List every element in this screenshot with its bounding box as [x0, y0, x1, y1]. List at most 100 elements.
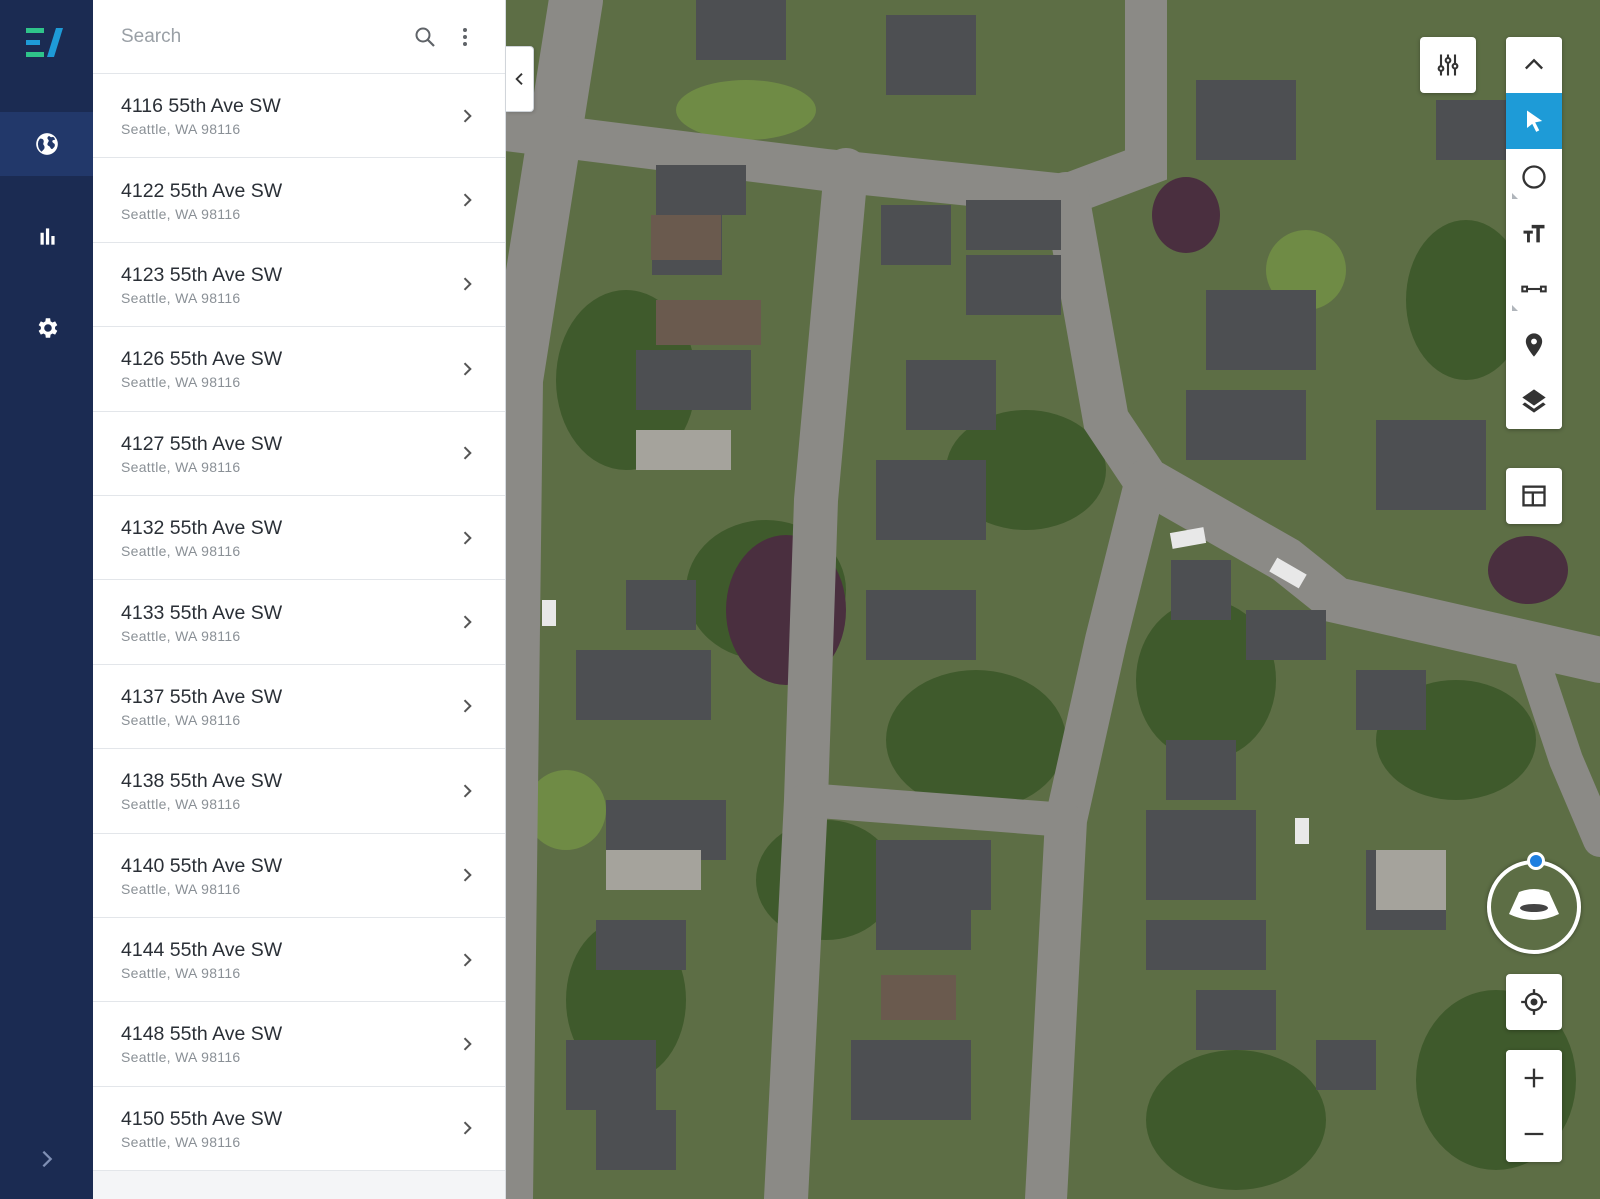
search-input[interactable] [121, 25, 405, 48]
oblique-view-icon [1509, 889, 1559, 920]
aerial-imagery [506, 0, 1600, 1199]
address-list-item[interactable]: 4123 55th Ave SW Seattle, WA 98116 [93, 242, 505, 328]
plus-icon [1524, 1068, 1544, 1088]
circle-icon [1522, 165, 1546, 189]
address-list-item[interactable]: 4150 55th Ave SW Seattle, WA 98116 [93, 1086, 505, 1172]
split-layout-icon [1522, 485, 1546, 507]
sliders-icon [1437, 54, 1459, 76]
expand-rail-button[interactable] [0, 1137, 93, 1181]
street-address: 4150 55th Ave SW [121, 1107, 283, 1130]
street-address: 4116 55th Ave SW [121, 95, 281, 118]
chevron-right-icon [463, 193, 472, 207]
text-tool-button[interactable] [1506, 205, 1562, 261]
measure-line-icon [1521, 285, 1547, 293]
address-text: 4133 55th Ave SW Seattle, WA 98116 [121, 601, 457, 644]
bar-chart-icon [40, 228, 55, 245]
search-bar [93, 0, 505, 74]
submenu-indicator [1512, 193, 1518, 199]
circle-tool-button[interactable] [1506, 149, 1562, 205]
nav-rail [0, 0, 93, 1199]
measure-tool-button[interactable] [1506, 261, 1562, 317]
address-text: 4150 55th Ave SW Seattle, WA 98116 [121, 1107, 457, 1150]
globe-icon [35, 133, 58, 155]
marker-tool-button[interactable] [1506, 317, 1562, 373]
address-list-item[interactable]: 4140 55th Ave SW Seattle, WA 98116 [93, 833, 505, 918]
address-text: 4116 55th Ave SW Seattle, WA 98116 [121, 94, 457, 137]
zoom-out-button[interactable] [1506, 1106, 1562, 1162]
split-view-button[interactable] [1506, 468, 1562, 524]
city-state-zip: Seattle, WA 98116 [121, 1133, 241, 1150]
street-address: 4133 55th Ave SW [121, 601, 283, 624]
street-address: 4127 55th Ave SW [121, 432, 283, 455]
north-indicator[interactable] [1527, 852, 1545, 870]
zoom-controls [1506, 1050, 1562, 1162]
address-text: 4122 55th Ave SW Seattle, WA 98116 [121, 179, 457, 222]
city-state-zip: Seattle, WA 98116 [121, 205, 241, 222]
city-state-zip: Seattle, WA 98116 [121, 1049, 241, 1066]
chevron-right-icon [463, 362, 472, 376]
city-state-zip: Seattle, WA 98116 [121, 965, 241, 982]
address-list-item[interactable]: 4144 55th Ave SW Seattle, WA 98116 [93, 917, 505, 1003]
address-text: 4127 55th Ave SW Seattle, WA 98116 [121, 432, 457, 475]
chevron-right-icon [463, 277, 472, 292]
map-pin-icon [1525, 333, 1543, 357]
address-list-item[interactable]: 4116 55th Ave SW Seattle, WA 98116 [93, 74, 505, 159]
city-state-zip: Seattle, WA 98116 [121, 121, 241, 138]
app-logo [26, 28, 63, 57]
street-address: 4123 55th Ave SW [121, 263, 283, 286]
city-state-zip: Seattle, WA 98116 [121, 711, 241, 728]
address-list-item[interactable]: 4138 55th Ave SW Seattle, WA 98116 [93, 749, 505, 834]
address-text: 4132 55th Ave SW Seattle, WA 98116 [121, 516, 457, 559]
submenu-indicator [1512, 305, 1518, 311]
chevron-right-icon [463, 699, 472, 713]
address-list-item[interactable]: 4148 55th Ave SW Seattle, WA 98116 [93, 1002, 505, 1087]
street-address: 4148 55th Ave SW [121, 1023, 283, 1046]
street-address: 4122 55th Ave SW [121, 179, 283, 202]
address-text: 4137 55th Ave SW Seattle, WA 98116 [121, 685, 457, 728]
address-list-item[interactable]: 4127 55th Ave SW Seattle, WA 98116 [93, 411, 505, 496]
city-state-zip: Seattle, WA 98116 [121, 458, 241, 475]
layers-button[interactable] [1506, 373, 1562, 429]
chevron-right-icon [463, 784, 472, 798]
zoom-in-button[interactable] [1506, 1050, 1562, 1106]
tool-palette [1506, 37, 1562, 429]
city-state-zip: Seattle, WA 98116 [121, 543, 241, 560]
tilt-control[interactable] [1487, 852, 1581, 954]
city-state-zip: Seattle, WA 98116 [121, 796, 241, 813]
more-vertical-icon [463, 27, 467, 46]
address-list-item[interactable]: 4137 55th Ave SW Seattle, WA 98116 [93, 664, 505, 750]
nav-analytics[interactable] [0, 204, 93, 268]
city-state-zip: Seattle, WA 98116 [121, 880, 241, 897]
gear-icon [38, 318, 57, 338]
chevron-right-icon [463, 109, 472, 123]
address-list-item[interactable]: 4122 55th Ave SW Seattle, WA 98116 [93, 158, 505, 243]
chevron-right-icon [463, 1121, 472, 1135]
aerial-map[interactable] [506, 0, 1600, 1199]
address-list-item[interactable]: 4132 55th Ave SW Seattle, WA 98116 [93, 495, 505, 581]
address-text: 4144 55th Ave SW Seattle, WA 98116 [121, 938, 457, 981]
address-text: 4126 55th Ave SW Seattle, WA 98116 [121, 347, 457, 390]
more-options-button[interactable] [445, 17, 485, 57]
nav-settings[interactable] [0, 296, 93, 360]
search-icon [415, 27, 435, 47]
collapse-tools-button[interactable] [1506, 37, 1562, 93]
city-state-zip: Seattle, WA 98116 [121, 627, 241, 644]
chevron-right-icon [463, 868, 472, 882]
city-state-zip: Seattle, WA 98116 [121, 289, 241, 306]
search-button[interactable] [405, 17, 445, 57]
select-tool-button[interactable] [1506, 93, 1562, 149]
street-address: 4126 55th Ave SW [121, 348, 283, 371]
address-list: 4116 55th Ave SW Seattle, WA 98116 4122 55… [93, 74, 505, 1172]
filter-button[interactable] [1420, 37, 1476, 93]
chevron-right-icon [463, 531, 472, 545]
locate-button[interactable] [1506, 974, 1562, 1030]
nav-globe[interactable] [0, 112, 93, 176]
address-panel: 4116 55th Ave SWSeattle, WA 981164122 55… [93, 0, 506, 1199]
address-text: 4123 55th Ave SW Seattle, WA 98116 [121, 263, 457, 306]
address-list-item[interactable]: 4126 55th Ave SW Seattle, WA 98116 [93, 327, 505, 412]
collapse-panel-button[interactable] [506, 46, 534, 112]
address-list-item[interactable]: 4133 55th Ave SW Seattle, WA 98116 [93, 580, 505, 665]
street-address: 4140 55th Ave SW [121, 854, 283, 877]
pointer-icon [1527, 110, 1543, 132]
city-state-zip: Seattle, WA 98116 [121, 374, 241, 391]
